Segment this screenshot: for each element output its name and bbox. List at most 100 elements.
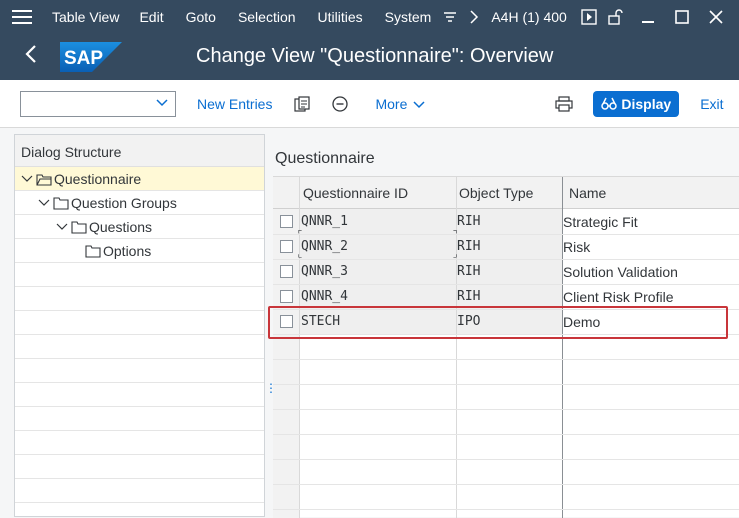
row-divider	[273, 484, 739, 485]
filter-icon[interactable]	[443, 10, 457, 24]
tree-node-label: Questionnaire	[54, 171, 142, 187]
chevron-down-icon[interactable]	[413, 98, 425, 110]
display-button[interactable]: Display	[593, 90, 680, 117]
glasses-icon	[601, 97, 618, 110]
cell-questionnaire-id[interactable]: QNNR_4	[301, 289, 348, 304]
folder-icon	[71, 221, 87, 234]
cell-name[interactable]: Risk	[563, 239, 590, 255]
dialog-structure-header: Dialog Structure	[15, 135, 264, 167]
column-header-name[interactable]: Name	[569, 185, 606, 201]
table-header: Questionnaire ID Object Type Name	[273, 177, 739, 209]
menu-utilities[interactable]: Utilities	[318, 9, 363, 25]
exit-button[interactable]: Exit	[700, 96, 723, 112]
row-divider	[273, 459, 739, 460]
maximize-icon[interactable]	[675, 9, 689, 24]
column-header-object-type[interactable]: Object Type	[459, 185, 533, 201]
table-row[interactable]: QNNR_3 RIH Solution Validation	[273, 259, 739, 284]
cell-questionnaire-id[interactable]: QNNR_3	[301, 264, 348, 279]
tree-empty-row	[15, 383, 264, 407]
focus-corner-mark: ⌝	[452, 229, 459, 240]
focus-corner-mark: ⌟	[452, 249, 459, 260]
sap-logo: SAP	[60, 41, 122, 72]
expand-arrow-icon[interactable]	[37, 197, 51, 209]
cell-name[interactable]: Solution Validation	[563, 264, 678, 280]
back-arrow-icon[interactable]	[24, 44, 44, 70]
chevron-down-icon[interactable]	[155, 96, 169, 113]
menu-system[interactable]: System	[385, 9, 432, 25]
cell-object-type[interactable]: RIH	[457, 289, 480, 304]
new-entries-button[interactable]: New Entries	[197, 96, 272, 112]
dialog-structure-panel: Dialog Structure Questionnaire Question …	[14, 134, 265, 517]
tree-empty-row	[15, 263, 264, 287]
cell-name[interactable]: Strategic Fit	[563, 214, 638, 230]
command-field[interactable]	[20, 90, 176, 117]
cell-object-type[interactable]: RIH	[457, 214, 480, 229]
tree-node-label: Question Groups	[71, 195, 177, 211]
play-icon[interactable]	[581, 8, 597, 25]
row-divider	[273, 359, 739, 360]
cell-object-type[interactable]: RIH	[457, 239, 480, 254]
row-divider	[273, 434, 739, 435]
title-bar: SAP Change View "Questionnaire": Overvie…	[0, 33, 739, 80]
table-row[interactable]: QNNR_1 RIH Strategic Fit	[273, 209, 739, 234]
tree-empty-row	[15, 311, 264, 335]
expand-arrow-icon[interactable]	[55, 221, 69, 233]
cell-questionnaire-id[interactable]: QNNR_2	[301, 239, 348, 254]
tree-empty-row	[15, 455, 264, 479]
tree-node-label: Options	[103, 243, 152, 259]
delete-minus-icon[interactable]	[332, 95, 349, 112]
table-row[interactable]: QNNR_2 RIH Risk	[273, 234, 739, 259]
tree-node-questionnaire[interactable]: Questionnaire	[15, 167, 264, 191]
tree-empty-row	[15, 287, 264, 311]
menu-bar: Table View Edit Goto Selection Utilities…	[0, 0, 739, 33]
cell-questionnaire-id[interactable]: QNNR_1	[301, 214, 348, 229]
menu-goto[interactable]: Goto	[186, 9, 216, 25]
unlock-icon[interactable]	[607, 8, 623, 25]
row-divider	[273, 284, 739, 285]
cell-name[interactable]: Client Risk Profile	[563, 289, 673, 305]
menu-edit[interactable]: Edit	[139, 9, 163, 25]
row-divider	[273, 509, 739, 510]
row-divider	[273, 234, 739, 235]
column-header-questionnaire-id[interactable]: Questionnaire ID	[303, 185, 408, 201]
tree-empty-row	[15, 407, 264, 431]
row-select-checkbox[interactable]	[280, 240, 293, 253]
row-divider	[273, 409, 739, 410]
menu-selection[interactable]: Selection	[238, 9, 296, 25]
tree-node-label: Questions	[89, 219, 153, 235]
focus-corner-mark: ⌞	[297, 249, 304, 260]
tree-empty-row	[15, 359, 264, 383]
page-title: Change View "Questionnaire": Overview	[196, 45, 554, 67]
svg-text:SAP: SAP	[64, 48, 103, 69]
folder-icon	[53, 197, 69, 210]
toolbar: New Entries More Display Exit	[0, 80, 739, 128]
cell-object-type[interactable]: RIH	[457, 264, 480, 279]
row-select-checkbox[interactable]	[280, 215, 293, 228]
row-divider	[273, 384, 739, 385]
row-select-checkbox[interactable]	[280, 290, 293, 303]
splitter-handle[interactable]: ⋮	[265, 382, 277, 408]
menu-table-view[interactable]: Table View	[52, 9, 119, 25]
highlight-box	[268, 306, 728, 339]
tree-empty-row	[15, 431, 264, 455]
folder-icon	[85, 245, 101, 258]
tree-node-question-groups[interactable]: Question Groups	[15, 191, 264, 215]
row-divider	[273, 259, 739, 260]
display-label: Display	[621, 95, 672, 112]
print-icon[interactable]	[555, 95, 573, 112]
tree-empty-row	[15, 335, 264, 359]
folder-open-icon	[36, 174, 52, 186]
tree-node-options[interactable]: Options	[15, 239, 264, 263]
close-icon[interactable]	[709, 9, 723, 24]
focus-corner-mark: ⌜	[297, 229, 304, 240]
minimize-icon[interactable]	[641, 10, 655, 24]
row-select-checkbox[interactable]	[280, 265, 293, 278]
tree-node-questions[interactable]: Questions	[15, 215, 264, 239]
chevron-right-icon[interactable]	[469, 9, 479, 24]
system-id: A4H (1) 400	[491, 8, 567, 25]
expand-arrow-icon[interactable]	[20, 173, 34, 185]
hamburger-menu-icon[interactable]	[12, 9, 32, 24]
more-button[interactable]: More	[375, 96, 407, 112]
questionnaire-table: Questionnaire ID Object Type Name QNNR_1…	[273, 176, 739, 518]
copy-as-icon[interactable]	[294, 95, 311, 112]
